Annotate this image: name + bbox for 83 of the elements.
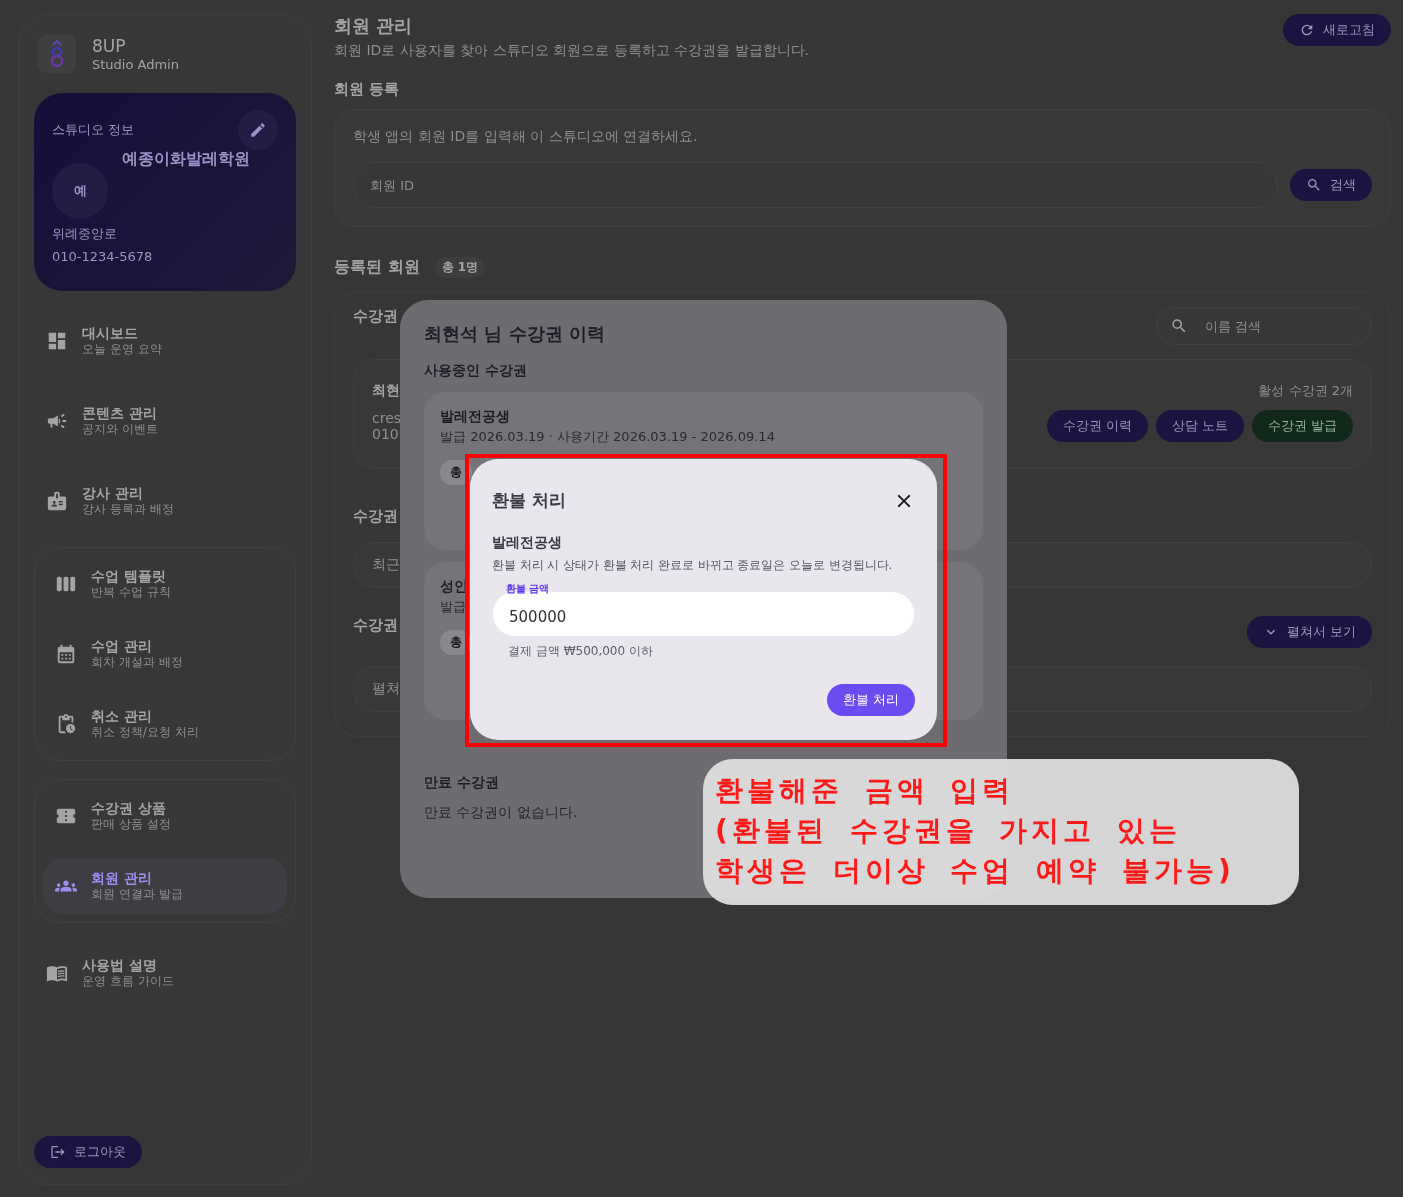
annotation-text: 환불해준 금액 입력	[715, 773, 1015, 809]
nav-item-caption: 회차 개설과 배정	[91, 654, 183, 671]
list-text: 펼쳐	[372, 680, 400, 698]
section-label: 수강권	[353, 507, 398, 526]
nav-item-caption: 오늘 운영 요약	[82, 341, 162, 358]
section-heading: 회원 등록	[334, 80, 401, 99]
edit-button[interactable]	[238, 110, 278, 150]
nav-item-caption: 취소 정책/요청 처리	[91, 724, 199, 741]
member-action-button[interactable]: 수강권 발급	[1251, 410, 1353, 442]
logo-icon	[38, 35, 76, 73]
expand-button[interactable]: 펼쳐서 보기	[1246, 616, 1372, 648]
section-label: 수강권	[353, 616, 398, 635]
nav-item[interactable]: 대시보드 오늘 운영 요약	[34, 313, 296, 369]
studio-avatar: 예	[52, 163, 108, 219]
nav-item[interactable]: 강사 관리 강사 등록과 배정	[34, 473, 296, 529]
search-icon	[1170, 317, 1188, 335]
list-text: 최근	[372, 556, 400, 574]
studio-card-heading: 스튜디오 정보	[52, 121, 135, 139]
nav-item-label: 취소 관리	[91, 707, 153, 725]
refund-button[interactable]: 환불 처리	[826, 684, 915, 716]
nav-item-label: 콘텐츠 관리	[82, 404, 158, 422]
brand-name: 8UP	[92, 36, 127, 57]
id-badge-icon	[46, 490, 68, 512]
nav-item-caption: 운영 흐름 가이드	[82, 973, 174, 990]
member-phone: 010	[372, 426, 400, 442]
nav-item-label: 수업 템플릿	[91, 567, 167, 585]
nav-item[interactable]: 수업 관리 회차 개설과 배정	[43, 626, 287, 682]
annotation-text: 학생은 더이상 수업 예약 불가능)	[715, 853, 1235, 889]
page-subtitle: 회원 ID로 사용자를 찾아 스튜디오 회원으로 등록하고 수강권을 발급합니다.	[334, 42, 809, 60]
ticket-name: 발레전공생	[440, 408, 510, 426]
nav-item[interactable]: 회원 관리 회원 연결과 발급	[43, 858, 287, 914]
logout-icon	[50, 1144, 66, 1160]
search-button[interactable]: 검색	[1290, 169, 1372, 201]
member-count: 총 1명	[435, 257, 485, 278]
empty-message: 만료 수강권이 없습니다.	[424, 804, 578, 822]
member-id: cres	[372, 410, 402, 426]
nav-item[interactable]: 콘텐츠 관리 공지와 이벤트	[34, 393, 296, 449]
dialog-section-heading: 만료 수강권	[424, 774, 499, 792]
annotation-text: (환불된 수강권을 가지고 있는	[715, 813, 1182, 849]
modal-title: 환불 처리	[492, 489, 566, 512]
nav-item-caption: 강사 등록과 배정	[82, 501, 174, 518]
helper-text: 결제 금액 ₩500,000 이하	[508, 643, 653, 660]
name-search-field[interactable]: 이름 검색	[1156, 307, 1372, 345]
nav-item-label: 수업 관리	[91, 637, 153, 655]
page-title: 회원 관리	[334, 14, 414, 38]
studio-address: 위례중앙로	[52, 225, 117, 243]
nav-item-caption: 반복 수업 규칙	[91, 584, 171, 601]
member-action-button[interactable]: 상담 노트	[1155, 410, 1244, 442]
member-action-button[interactable]: 수강권 이력	[1046, 410, 1148, 442]
dashboard-icon	[46, 330, 68, 352]
refund-notice: 환불 처리 시 상태가 환불 처리 완료로 바뀌고 종료일은 오늘로 변경됩니다.	[492, 558, 893, 573]
brand-subtitle: Studio Admin	[92, 56, 179, 72]
dialog-title: 최현석 님 수강권 이력	[424, 322, 605, 346]
nav-item[interactable]: 수업 템플릿 반복 수업 규칙	[43, 556, 287, 612]
nav-item[interactable]: 취소 관리 취소 정책/요청 처리	[43, 696, 287, 752]
register-hint: 학생 앱의 회원 ID를 입력해 이 스튜디오에 연결하세요.	[353, 128, 699, 146]
pencil-icon	[249, 121, 267, 139]
nav-item-caption: 회원 연결과 발급	[91, 886, 183, 903]
logout-button[interactable]: 로그아웃	[34, 1136, 142, 1168]
studio-name: 예종이화발레학원	[122, 149, 250, 170]
nav-item[interactable]: 수강권 상품 판매 상품 설정	[43, 788, 287, 844]
nav-item-label: 사용법 설명	[82, 956, 158, 974]
refresh-icon	[1299, 22, 1315, 38]
ticket-dates: 발급	[440, 598, 466, 616]
ticket-name: 발레전공생	[492, 534, 562, 552]
member-id-field[interactable]: 회원 ID	[353, 162, 1278, 208]
section-heading: 등록된 회원	[334, 257, 420, 278]
nav-item-label: 대시보드	[82, 324, 139, 342]
ticket-dates: 발급 2026.03.19 · 사용기간 2026.03.19 - 2026.09.14	[440, 428, 775, 446]
nav-item-label: 강사 관리	[82, 484, 144, 502]
active-ticket-count: 활성 수강권 2개	[1257, 382, 1353, 400]
search-icon	[1306, 177, 1322, 193]
dialog-section-heading: 사용중인 수강권	[424, 362, 527, 380]
refresh-button[interactable]: 새로고침	[1283, 14, 1391, 46]
nav-item-label: 회원 관리	[91, 869, 153, 887]
nav-item-caption: 공지와 이벤트	[82, 421, 158, 438]
calendar-icon	[55, 643, 77, 665]
member-name: 최현	[372, 382, 401, 400]
section-label: 수강권	[353, 307, 398, 326]
studio-phone: 010-1234-5678	[52, 249, 153, 264]
nav-item-caption: 판매 상품 설정	[91, 816, 171, 833]
nav-item-label: 수강권 상품	[91, 799, 167, 817]
nav-item[interactable]: 사용법 설명 운영 흐름 가이드	[34, 945, 296, 1001]
